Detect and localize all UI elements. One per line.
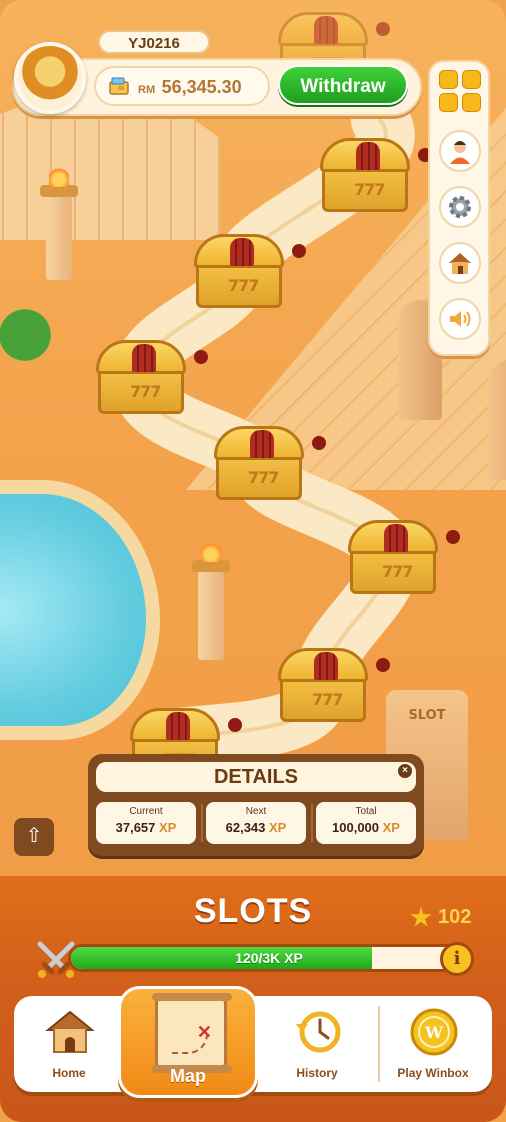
chest-777-label: 777 (130, 382, 161, 401)
speaker-icon (450, 311, 471, 327)
stat-current: Current 37,657 XP (96, 802, 196, 844)
menu-grid-icon[interactable] (439, 70, 481, 112)
chest-777-label: 777 (248, 468, 279, 487)
level-chest[interactable]: 777 (94, 338, 208, 418)
details-panel: DETAILS × Current 37,657 XP Next 62,343 … (88, 754, 424, 856)
svg-text:W: W (424, 1023, 444, 1042)
stat-value: 100,000 (332, 820, 380, 835)
stat-value: 62,343 (225, 820, 266, 835)
home-button[interactable] (439, 242, 481, 284)
clock-history-icon (296, 1011, 341, 1053)
winbox-coin-icon: W (410, 1008, 458, 1056)
xp-progress: 120/3K XP (34, 938, 474, 978)
nav-label: History (296, 1066, 338, 1080)
level-chest[interactable]: 777 (212, 424, 326, 504)
stat-value: 37,657 (115, 820, 156, 835)
details-title: DETAILS (96, 762, 416, 792)
nav-home[interactable]: Home (14, 996, 124, 1092)
crossed-swords-icon (37, 941, 75, 978)
chest-777-label: 777 (382, 562, 413, 581)
stat-total: Total 100,000 XP (316, 802, 416, 844)
stat-next: Next 62,343 XP (206, 802, 306, 844)
chest-777-label: 777 (312, 690, 343, 709)
nav-history[interactable]: History (262, 996, 372, 1092)
xp-bar: 120/3K XP (68, 944, 470, 972)
level-badge: 102 (410, 906, 471, 929)
bottom-panel: SLOTS 102 120/3K XP i Home ✕ Map History… (0, 876, 506, 1122)
level-chest[interactable]: 777 (192, 232, 306, 312)
sound-button[interactable] (439, 298, 481, 340)
withdraw-button[interactable]: Withdraw (278, 65, 408, 105)
nav-label: Map (170, 1066, 206, 1086)
stat-unit: XP (159, 820, 177, 835)
stat-unit: XP (269, 820, 287, 835)
app-frame: SLOT 777 777 777 777 777 777 YJ0216 RM 5… (0, 0, 506, 1122)
bottom-nav: Home ✕ Map History W Play Winbox (14, 986, 492, 1098)
profile-icon (450, 141, 470, 164)
currency-label: RM (138, 84, 156, 96)
treasure-map-icon: ✕ (152, 993, 232, 1073)
wallet-icon (109, 77, 129, 95)
balance-amount: 56,345.30 (161, 77, 242, 97)
star-icon (410, 906, 432, 927)
info-button[interactable]: i (440, 942, 474, 976)
xp-text: 120/3K XP (235, 950, 303, 966)
divider (311, 804, 313, 842)
gear-icon (449, 196, 471, 218)
profile-button[interactable] (439, 130, 481, 172)
level-chest[interactable]: 777 (346, 518, 460, 598)
level-chest[interactable]: 777 (276, 646, 390, 726)
close-icon[interactable]: × (398, 764, 412, 778)
level-chest[interactable]: 777 (318, 136, 432, 216)
nav-play-winbox[interactable]: W Play Winbox (378, 996, 488, 1092)
username-label: YJ0216 (98, 30, 210, 54)
house-icon (449, 253, 471, 274)
side-menu (428, 60, 490, 356)
stat-label: Current (129, 806, 163, 817)
nav-label: Play Winbox (397, 1066, 469, 1080)
hut-icon (45, 1010, 95, 1053)
nav-label: Home (52, 1066, 86, 1080)
stat-label: Total (355, 806, 377, 817)
wallet-balance: RM 56,345.30 (94, 66, 270, 106)
stat-label: Next (245, 806, 267, 817)
chest-777-label: 777 (228, 276, 259, 295)
stat-unit: XP (382, 820, 400, 835)
level-value: 102 (438, 906, 472, 928)
arrow-up-icon: ⇧ (25, 825, 43, 847)
avatar[interactable] (14, 42, 86, 114)
divider (201, 804, 203, 842)
settings-button[interactable] (439, 186, 481, 228)
nav-map[interactable]: ✕ Map (118, 986, 258, 1098)
chest-777-label: 777 (354, 180, 385, 199)
scroll-to-top-button[interactable]: ⇧ (14, 818, 54, 856)
